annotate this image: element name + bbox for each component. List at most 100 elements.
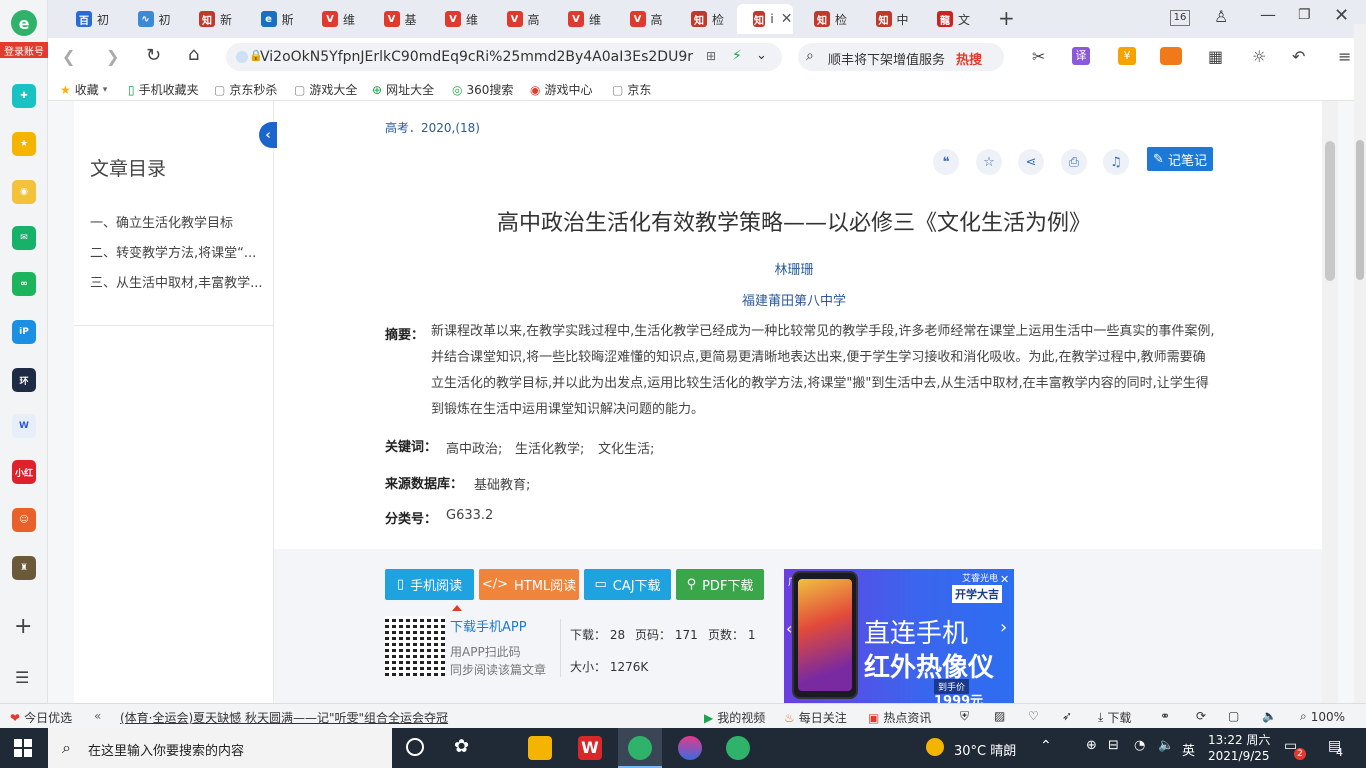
take-notes-button[interactable]: ✎ 记笔记 <box>1147 147 1213 171</box>
share-icon[interactable]: ⋖ <box>1018 149 1044 175</box>
bookmark-game-center[interactable]: ◉ 游戏中心 <box>530 81 593 98</box>
quote-icon[interactable]: ❝ <box>933 149 959 175</box>
wifi-icon[interactable]: ◔ <box>1134 738 1145 753</box>
browser-tab[interactable]: 知检 <box>675 4 735 34</box>
bookmark-mobile[interactable]: ▯ 手机收藏夹 <box>128 81 199 98</box>
organization-link[interactable]: 福建莆田第八中学 <box>374 290 1214 309</box>
game-controller-icon[interactable] <box>1160 47 1182 65</box>
refresh-icon[interactable]: ↻ <box>146 45 161 66</box>
close-window-button[interactable]: ✕ <box>1334 5 1349 26</box>
page-scrollbar-thumb[interactable] <box>1325 141 1335 281</box>
browser-tab[interactable]: V基 <box>368 4 428 34</box>
bookmark-jd-seckill[interactable]: ▢ 京东秒杀 <box>214 81 277 98</box>
red-book-icon[interactable]: 小红 <box>12 460 36 484</box>
scrollbar-thumb[interactable] <box>1356 140 1364 280</box>
plus-app-icon[interactable]: ✚ <box>12 84 36 108</box>
pdf-download-button[interactable]: ⚲ PDF下载 <box>676 569 764 600</box>
mobile-read-button[interactable]: ▯ 手机阅读 <box>385 569 474 600</box>
print-icon[interactable]: ⎙ <box>1061 149 1087 175</box>
news-prev-icon[interactable]: « <box>94 709 101 723</box>
browser-tab[interactable]: 知新 <box>183 4 243 34</box>
author-link[interactable]: 林珊珊 <box>374 259 1214 278</box>
browser-tab[interactable]: 百初 <box>60 4 120 34</box>
shield-icon[interactable]: ⛨ <box>960 709 969 724</box>
game-app-icon[interactable]: ☺ <box>12 508 36 532</box>
favorite-icon[interactable]: ☆ <box>976 149 1002 175</box>
maximize-button[interactable]: ❐ <box>1298 7 1311 23</box>
clock-date[interactable]: 2021/9/25 <box>1208 749 1270 763</box>
new-tab-button[interactable]: + <box>998 6 1015 30</box>
coupon-icon[interactable]: ¥ <box>1118 47 1136 65</box>
undo-icon[interactable]: ↶ <box>1292 47 1305 66</box>
browser-tab[interactable]: 龍文 <box>921 4 981 34</box>
weather-text[interactable]: 30°C 晴朗 <box>954 740 1016 759</box>
forward-icon[interactable]: ❯ <box>106 47 119 66</box>
html-read-button[interactable]: </> HTML阅读 <box>479 569 579 600</box>
download-app-link[interactable]: 下载手机APP <box>450 616 527 635</box>
keyword-link[interactable]: 生活化教学; <box>515 438 584 457</box>
task-view-icon[interactable]: ✿ <box>454 736 469 757</box>
link-app-icon[interactable]: ∞ <box>12 272 36 296</box>
wechat-icon[interactable] <box>726 736 750 760</box>
keyword-link[interactable]: 高中政治; <box>446 438 502 457</box>
qr-code-icon[interactable]: ⊞ <box>706 49 716 63</box>
browser-tab[interactable]: V维 <box>429 4 489 34</box>
brightness-icon[interactable]: ☼ <box>1252 47 1266 66</box>
favorites-star-icon[interactable]: ★ <box>12 132 36 156</box>
image-icon[interactable]: ▨ <box>994 709 1005 723</box>
paint-icon[interactable] <box>678 736 702 760</box>
browser-tab[interactable]: 知检 <box>798 4 858 34</box>
tray-app-icon[interactable]: ⊕ <box>1086 738 1097 753</box>
bookmark-360[interactable]: ◎ 360搜索 <box>452 81 513 98</box>
site-info-icon[interactable] <box>236 51 248 63</box>
search-box[interactable]: ⌕ 顺丰将下架增值服务 热搜 <box>798 43 1004 71</box>
back-icon[interactable]: ❮ <box>62 47 75 66</box>
news-ticker[interactable]: (体育·全运会)夏天缺憾 秋天圆满——记"听雯"组合全运会夺冠 <box>120 709 448 726</box>
mail-icon[interactable]: ✉ <box>12 226 36 250</box>
rocket-icon[interactable]: ➶ <box>1062 709 1072 723</box>
translate-icon[interactable]: 译 <box>1072 47 1090 65</box>
toc-item[interactable]: 三、从生活中取材,丰富教学... <box>90 272 264 291</box>
browser-logo-icon[interactable]: e <box>11 10 37 36</box>
add-app-icon[interactable]: + <box>14 614 32 639</box>
scissors-icon[interactable]: ✂ <box>1032 47 1045 66</box>
apps-grid-icon[interactable]: ▦ <box>1208 47 1223 66</box>
address-text[interactable]: Vi2oOkN5YfpnJErlkC90mdEq9cRi%25mmd2By4A0… <box>260 49 700 65</box>
ad-next-icon[interactable]: › <box>1000 617 1007 638</box>
bookmark-games[interactable]: ▢ 游戏大全 <box>294 81 357 98</box>
zoom-level[interactable]: ⌕ 100% <box>1300 709 1345 724</box>
tab-count-badge[interactable]: 16 <box>1170 10 1190 26</box>
browser-tab[interactable]: ∿ 初 <box>122 4 182 34</box>
home-icon[interactable]: ⌂ <box>188 44 199 65</box>
browser-tab[interactable]: 知 i ✕ <box>736 4 793 34</box>
bookmark-jd[interactable]: ▢ 京东 <box>612 81 651 98</box>
browser-tab[interactable]: V高 <box>614 4 674 34</box>
browser-tab[interactable]: e斯 <box>245 4 305 34</box>
browser-tab[interactable]: 知中 <box>860 4 920 34</box>
caj-download-button[interactable]: ▭ CAJ下载 <box>584 569 671 600</box>
address-bar[interactable]: 🔒 Vi2oOkN5YfpnJErlkC90mdEq9cRi%25mmd2By4… <box>226 43 782 71</box>
sync-icon[interactable]: ⟳ <box>1196 709 1206 723</box>
health-icon[interactable]: ♡ <box>1028 709 1039 723</box>
download-status[interactable]: ⤓ 下载 <box>1098 709 1131 726</box>
hot-news[interactable]: ▣ 热点资讯 <box>868 709 931 726</box>
taskbar-search-placeholder[interactable]: 在这里输入你要搜索的内容 <box>88 740 244 759</box>
file-explorer-icon[interactable] <box>528 736 552 760</box>
volume-icon[interactable]: 🔈 <box>1262 709 1277 723</box>
my-video[interactable]: ▶ 我的视频 <box>704 709 765 726</box>
pubg-game-icon[interactable]: ♜ <box>12 556 36 580</box>
dropdown-chevron-icon[interactable]: ⌄ <box>756 48 767 63</box>
news-app-icon[interactable]: 环 <box>12 368 36 392</box>
cortana-icon[interactable] <box>406 738 424 756</box>
windows-start-icon[interactable] <box>14 739 32 757</box>
search-placeholder[interactable]: 顺丰将下架增值服务 <box>828 49 945 68</box>
bookmark-favorites[interactable]: ★ 收藏 ▾ <box>60 81 107 98</box>
ime-indicator[interactable]: 英 <box>1182 740 1195 759</box>
journal-source[interactable]: 高考．2020,(18) <box>385 119 480 136</box>
tray-expand-icon[interactable]: ⌃ <box>1040 738 1052 754</box>
browser-tab[interactable]: V维 <box>306 4 366 34</box>
bookmark-nav[interactable]: ⊕ 网址大全 <box>372 81 434 98</box>
browser-scrollbar[interactable] <box>1354 24 1366 703</box>
360-browser-icon[interactable] <box>628 736 652 760</box>
menu-icon[interactable]: ≡ <box>1338 47 1351 66</box>
